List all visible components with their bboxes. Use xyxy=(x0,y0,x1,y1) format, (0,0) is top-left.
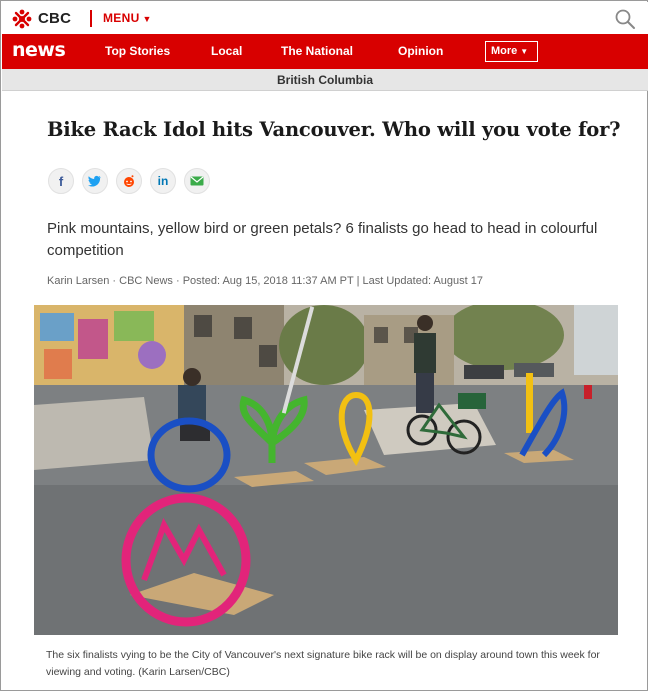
cbc-logo-text[interactable]: CBC xyxy=(38,10,71,27)
browser-frame: CBC MENU ▼ news Top Stories Local The Nat… xyxy=(0,0,648,691)
chevron-down-icon: ▼ xyxy=(520,47,529,56)
region-label[interactable]: British Columbia xyxy=(2,73,648,87)
twitter-icon[interactable] xyxy=(82,168,108,194)
article-byline: Karin Larsen · CBC News · Posted: Aug 15… xyxy=(47,275,483,287)
cbc-gem-icon[interactable] xyxy=(12,9,32,29)
menu-label: MENU xyxy=(103,11,140,25)
header-divider xyxy=(90,10,92,27)
nav-item-local[interactable]: Local xyxy=(211,44,242,58)
menu-button[interactable]: MENU ▼ xyxy=(103,11,152,25)
more-label: More xyxy=(491,45,518,57)
nav-item-opinion[interactable]: Opinion xyxy=(398,44,443,58)
chevron-down-icon: ▼ xyxy=(142,14,152,24)
site-header: CBC MENU ▼ xyxy=(2,2,648,34)
nav-item-top-stories[interactable]: Top Stories xyxy=(105,44,170,58)
linkedin-icon[interactable]: in xyxy=(150,168,176,194)
facebook-icon[interactable]: f xyxy=(48,168,74,194)
more-button[interactable]: More ▼ xyxy=(485,41,538,62)
nav-item-the-national[interactable]: The National xyxy=(281,44,353,58)
news-nav-bar: news Top Stories Local The National Opin… xyxy=(2,34,648,69)
reddit-icon[interactable] xyxy=(116,168,142,194)
article-deck: Pink mountains, yellow bird or green pet… xyxy=(47,220,598,259)
article-headline: Bike Rack Idol hits Vancouver. Who will … xyxy=(47,118,621,141)
region-bar: British Columbia xyxy=(2,69,648,91)
photo-caption: The six finalists vying to be the City o… xyxy=(46,649,600,678)
bike-racks-on-street-photo[interactable] xyxy=(34,305,618,635)
news-brand[interactable]: news xyxy=(12,39,66,61)
search-icon[interactable] xyxy=(614,8,636,30)
email-icon[interactable] xyxy=(184,168,210,194)
